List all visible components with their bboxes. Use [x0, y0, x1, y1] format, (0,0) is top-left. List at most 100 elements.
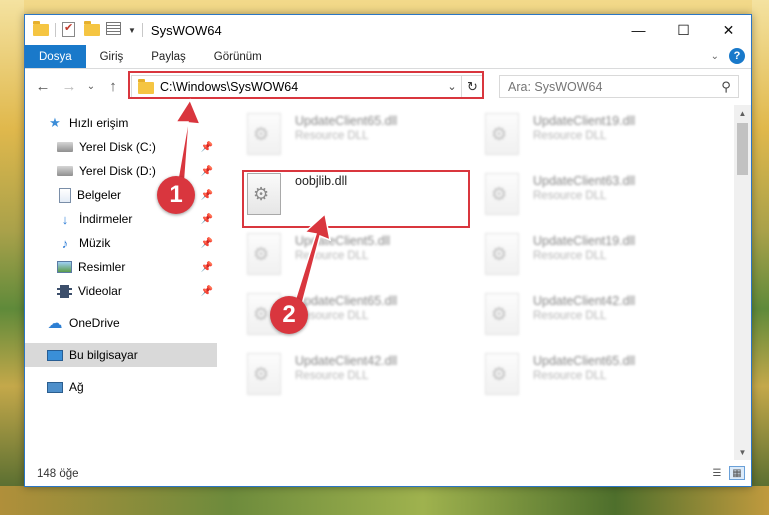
scrollbar-thumb[interactable] [737, 123, 748, 175]
toolbar-separator [55, 23, 56, 37]
sidebar-item-videos[interactable]: Videolar 📌 [25, 279, 217, 303]
file-item[interactable]: UpdateClient42.dll Resource DLL [247, 351, 477, 403]
sidebar-item-local-disk-c[interactable]: Yerel Disk (C:) 📌 [25, 135, 217, 159]
tab-file[interactable]: Dosya [25, 45, 86, 68]
file-item[interactable]: UpdateClient19.dll Resource DLL [485, 231, 715, 283]
scroll-down-arrow-icon[interactable]: ▼ [734, 444, 751, 460]
dll-file-icon [247, 233, 281, 275]
sidebar-item-label: Videolar [78, 284, 122, 298]
file-list: UpdateClient65.dll Resource DLL UpdateCli… [237, 105, 731, 460]
sidebar-item-label: Belgeler [77, 188, 122, 202]
dll-file-icon [485, 293, 519, 335]
drive-icon [57, 142, 73, 152]
sidebar-item-network[interactable]: Ağ [25, 375, 217, 399]
window-controls: — ☐ ✕ [616, 15, 751, 45]
file-name: UpdateClient65.dll [533, 354, 636, 368]
music-icon: ♪ [61, 235, 69, 251]
file-name: UpdateClient65.dll [295, 114, 398, 128]
sidebar-item-quick-access[interactable]: ★ Hızlı erişim [25, 111, 217, 135]
desktop-wallpaper-right [752, 0, 769, 515]
sidebar-item-label: Yerel Disk (D:) [79, 164, 156, 178]
sidebar-item-this-pc[interactable]: Bu bilgisayar [25, 343, 217, 367]
file-description: Resource DLL [533, 130, 607, 142]
file-name: UpdateClient42.dll [295, 354, 398, 368]
sidebar-item-label: OneDrive [69, 316, 120, 330]
sidebar-item-label: Resimler [78, 260, 126, 274]
tab-share[interactable]: Paylaş [137, 45, 200, 68]
status-bar: 148 öğe ☰ ▦ [25, 462, 751, 486]
search-icon[interactable]: ⚲ [714, 79, 738, 95]
customize-toolbar-chevron-icon[interactable]: ▼ [128, 26, 136, 35]
file-description: Resource DLL [533, 310, 607, 322]
file-item[interactable]: UpdateClient19.dll Resource DLL [485, 111, 715, 163]
search-input[interactable] [500, 79, 714, 94]
ribbon-right-controls: ⌄ ? [711, 48, 745, 64]
forward-arrow-icon[interactable]: → [59, 78, 79, 95]
pin-icon[interactable]: 📌 [201, 166, 213, 177]
sidebar-item-music[interactable]: ♪ Müzik 📌 [25, 231, 217, 255]
folder-icon [33, 21, 49, 38]
file-name: UpdateClient65.dll [295, 294, 398, 308]
star-icon: ★ [49, 115, 61, 130]
file-item[interactable]: UpdateClient65.dll Resource DLL [485, 351, 715, 403]
cloud-icon: ☁ [47, 315, 63, 332]
pin-icon[interactable]: 📌 [201, 190, 213, 201]
window-title: SysWOW64 [150, 22, 222, 38]
file-description: Resource DLL [533, 190, 607, 202]
sidebar-item-local-disk-d[interactable]: Yerel Disk (D:) 📌 [25, 159, 217, 183]
file-description: Resource DLL [295, 130, 369, 142]
toolbar-separator [141, 23, 143, 37]
navigation-pane: ★ Hızlı erişim Yerel Disk (C:) 📌 Yerel D… [25, 105, 217, 460]
maximize-button[interactable]: ☐ [661, 15, 706, 45]
sidebar-item-pictures[interactable]: Resimler 📌 [25, 255, 217, 279]
dll-file-icon [485, 173, 519, 215]
sidebar-item-label: Hızlı erişim [69, 116, 129, 130]
pin-icon[interactable]: 📌 [201, 238, 213, 249]
details-view-icon[interactable]: ☰ [709, 466, 725, 480]
item-count: 148 öğe [37, 468, 79, 480]
file-item[interactable]: UpdateClient63.dll Resource DLL [485, 171, 715, 223]
sidebar-item-downloads[interactable]: ↓ İndirmeler 📌 [25, 207, 217, 231]
step-badge-1: 1 [157, 176, 195, 214]
dll-file-icon [485, 353, 519, 395]
back-arrow-icon[interactable]: ← [33, 78, 53, 95]
title-bar: ▼ SysWOW64 — ☐ ✕ [25, 15, 751, 45]
pin-icon[interactable]: 📌 [201, 142, 213, 153]
file-item[interactable]: UpdateClient65.dll Resource DLL [247, 111, 477, 163]
tab-home[interactable]: Giriş [86, 45, 138, 68]
dll-file-icon [247, 353, 281, 395]
file-name: UpdateClient19.dll [533, 114, 636, 128]
scroll-up-arrow-icon[interactable]: ▲ [734, 105, 751, 121]
file-highlight-box [242, 170, 470, 228]
dll-file-icon [247, 113, 281, 155]
file-name: UpdateClient42.dll [533, 294, 636, 308]
minimize-button[interactable]: — [616, 15, 661, 45]
up-arrow-icon[interactable]: ↑ [103, 78, 123, 95]
sidebar-item-onedrive[interactable]: ☁ OneDrive [25, 311, 217, 335]
expand-ribbon-chevron-icon[interactable]: ⌄ [711, 51, 719, 62]
file-description: Resource DLL [295, 310, 369, 322]
sidebar-item-label: İndirmeler [79, 212, 133, 226]
properties-check-icon[interactable] [62, 21, 78, 38]
properties-icon[interactable] [106, 22, 122, 38]
network-icon [47, 381, 63, 393]
help-icon[interactable]: ? [729, 48, 745, 64]
address-highlight-box [128, 71, 484, 99]
new-folder-icon[interactable] [84, 21, 100, 38]
download-icon: ↓ [61, 211, 69, 227]
recent-locations-chevron-icon[interactable]: ⌄ [81, 81, 101, 92]
search-box[interactable]: ⚲ [499, 75, 739, 98]
file-description: Resource DLL [533, 370, 607, 382]
file-item[interactable]: UpdateClient42.dll Resource DLL [485, 291, 715, 343]
file-item[interactable]: UpdateClient5.dll Resource DLL [247, 231, 477, 283]
file-description: Resource DLL [295, 370, 369, 382]
pin-icon[interactable]: 📌 [201, 214, 213, 225]
large-icons-view-icon[interactable]: ▦ [729, 466, 745, 480]
view-switcher: ☰ ▦ [709, 466, 745, 480]
pin-icon[interactable]: 📌 [201, 262, 213, 273]
pin-icon[interactable]: 📌 [201, 286, 213, 297]
vertical-scrollbar[interactable]: ▲ ▼ [734, 105, 751, 460]
sidebar-item-label: Müzik [79, 236, 111, 250]
close-button[interactable]: ✕ [706, 15, 751, 45]
tab-view[interactable]: Görünüm [200, 45, 276, 68]
